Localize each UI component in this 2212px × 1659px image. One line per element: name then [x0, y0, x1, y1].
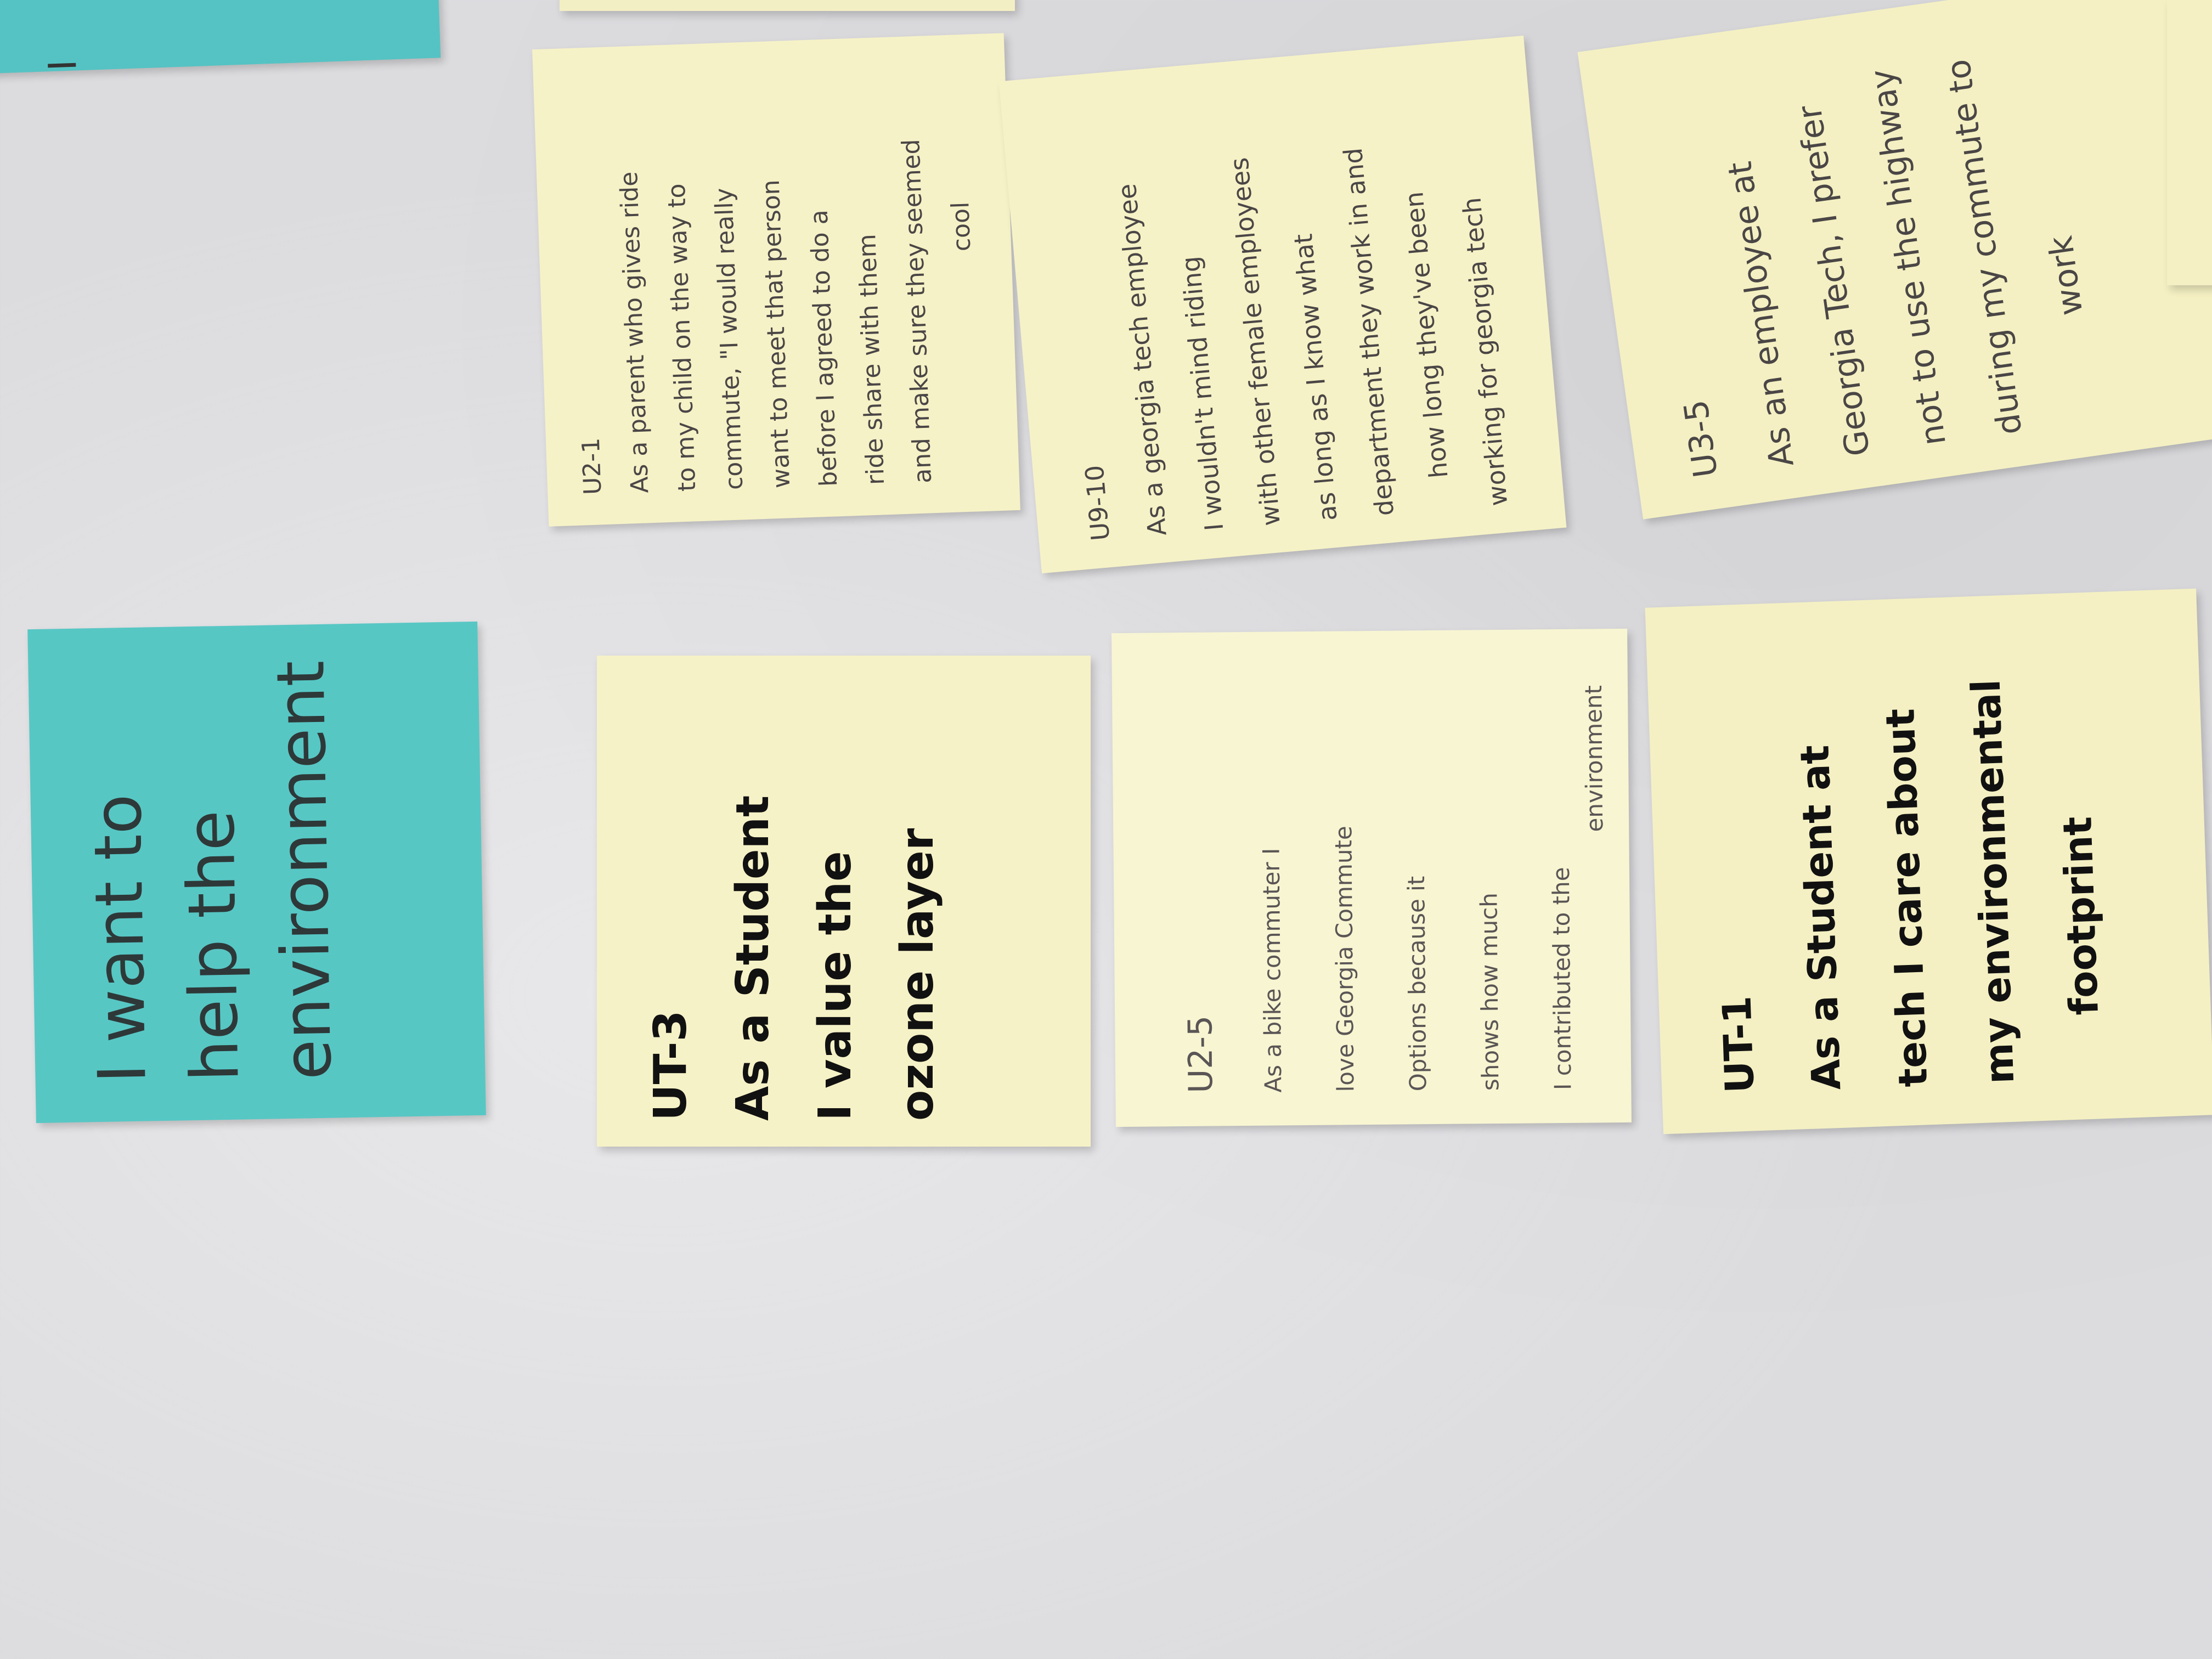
sticky-note-u2-5: U2-5 As a bike commuter I love Georgia C…: [1111, 628, 1632, 1127]
sticky-note-ut-3: UT-3 As a Student I value the ozone laye…: [597, 656, 1091, 1147]
note-line: footprint: [2053, 816, 2107, 1016]
note-title: UT-1: [1713, 995, 1763, 1094]
category-line-3: environment: [263, 660, 347, 1081]
note-line: I: [40, 59, 86, 72]
table-surface: { "colors": { "table": "#dcdcdf", "cyan_…: [0, 0, 2212, 1659]
sticky-note-category: I want to help the environment: [27, 621, 486, 1124]
note-line: my environmental: [1962, 679, 2023, 1085]
sticky-note-u9-10: U9-10 As a georgia tech employee I would…: [998, 35, 1567, 574]
note-line: shows how much: [1475, 892, 1504, 1091]
note-title: UT-3: [645, 1009, 697, 1121]
sticky-note-partial-right: [2167, 0, 2212, 285]
category-line-1: I want to: [80, 793, 161, 1084]
note-line: ozone layer: [891, 828, 944, 1121]
category-line-2: help the: [173, 809, 254, 1082]
note-line: love Georgia Commute: [1330, 826, 1359, 1092]
note-title: U2-5: [1181, 1015, 1221, 1094]
sticky-note-partial-top: [560, 0, 1015, 11]
sticky-note-u3-5: U3-5 As an employee at Georgia Tech, I p…: [1577, 0, 2212, 520]
sticky-note-ut-1: UT-1 As a Student at tech I care about m…: [1645, 588, 2212, 1135]
sticky-note-cyan-partial: I: [0, 0, 441, 74]
note-line: I value the: [809, 850, 861, 1121]
note-line: As a Student: [727, 795, 779, 1121]
note-line: As a bike commuter I: [1257, 848, 1287, 1093]
note-line: Options because it: [1402, 876, 1432, 1092]
note-line: As a Student at: [1791, 744, 1849, 1091]
sticky-note-u2-1: U2-1 As a parent who gives ride to my ch…: [532, 33, 1020, 527]
note-line: tech I care about: [1876, 708, 1936, 1088]
